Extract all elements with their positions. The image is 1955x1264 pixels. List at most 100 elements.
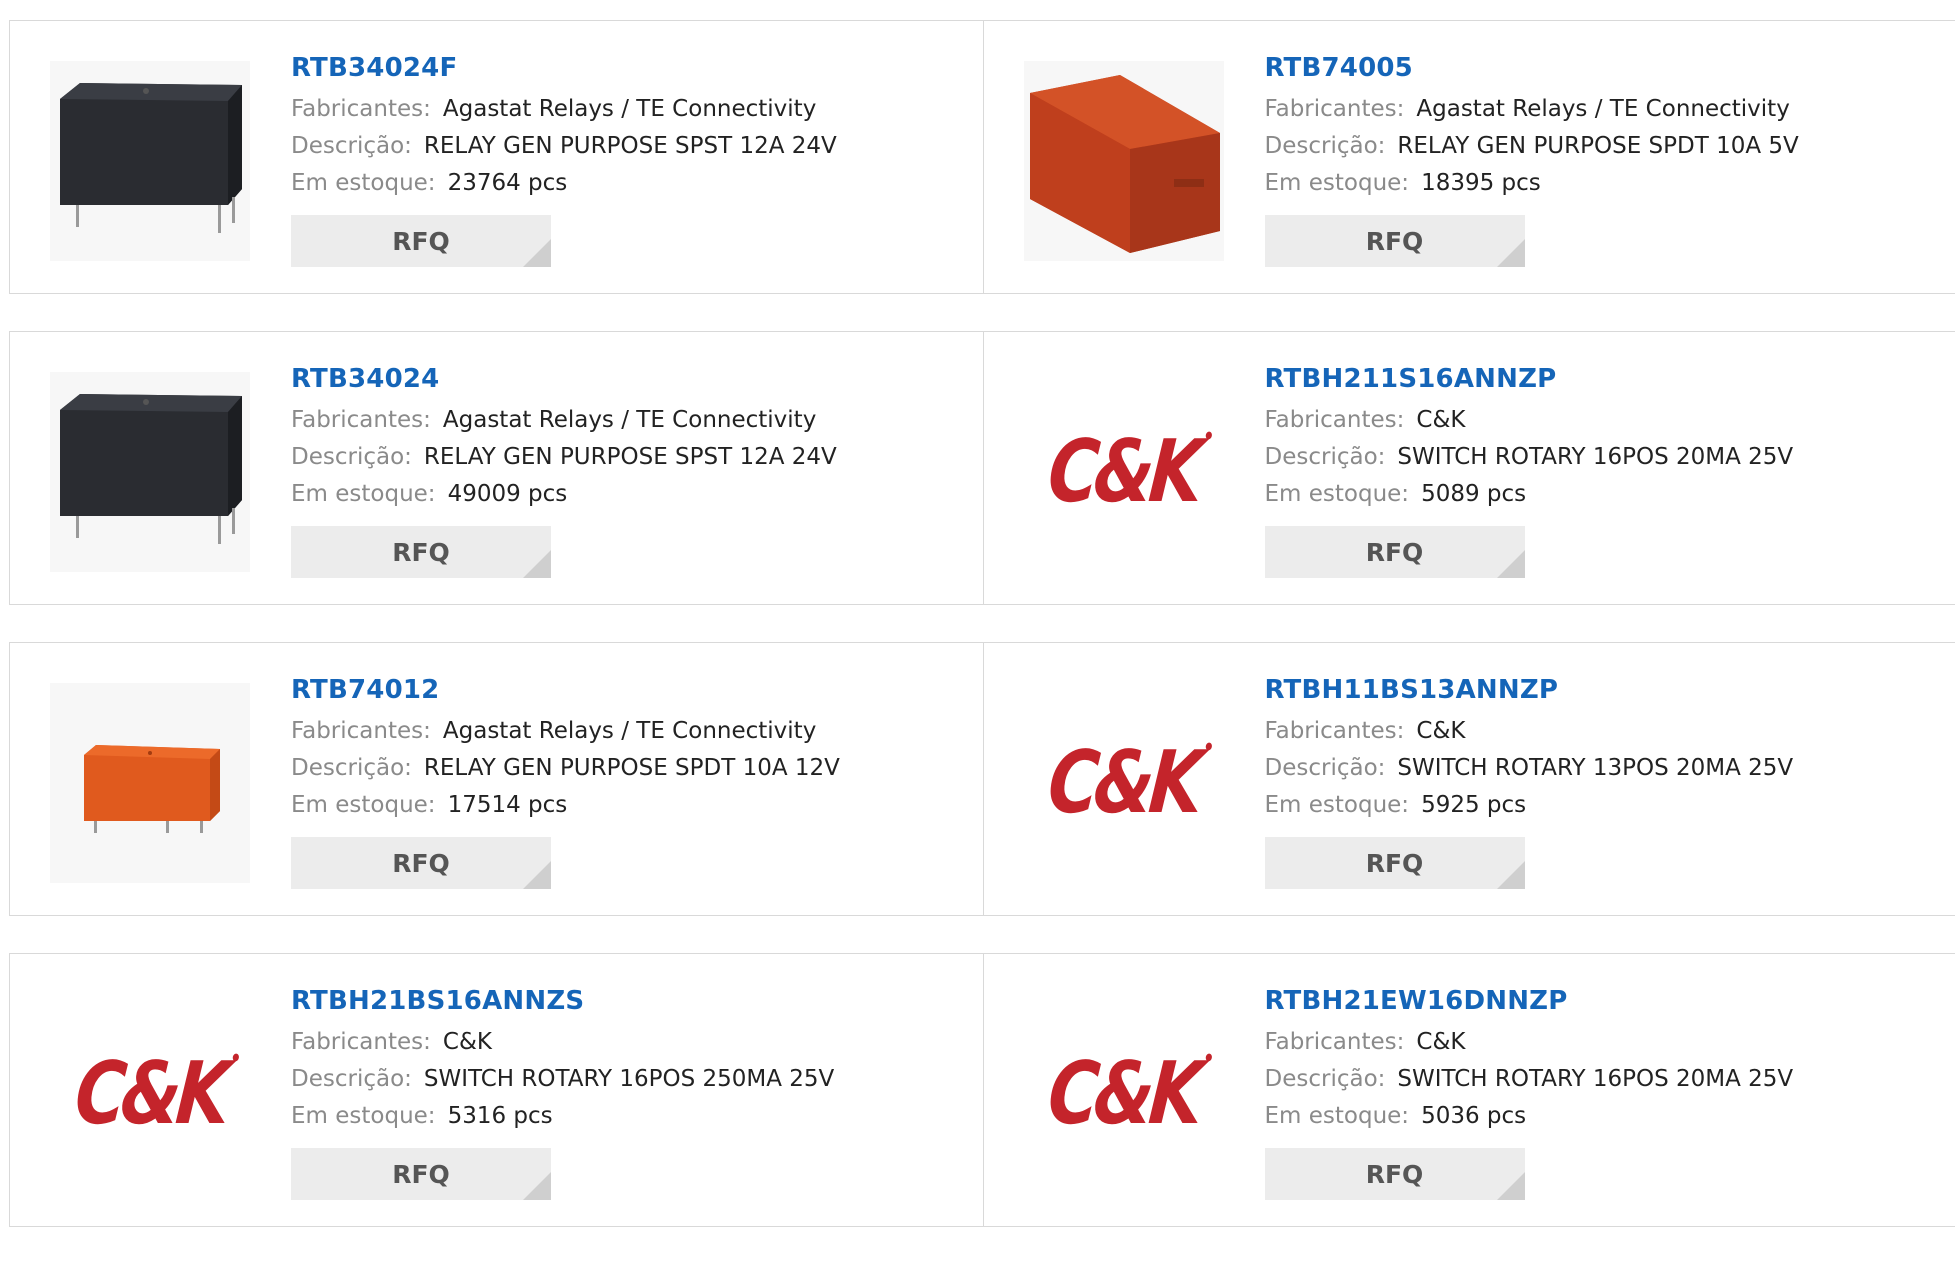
- manufacturer-line: Fabricantes:C&K: [1265, 1024, 1946, 1061]
- corner-triangle-icon: [1497, 1172, 1525, 1200]
- manufacturer-label: Fabricantes:: [291, 1029, 431, 1055]
- description-label: Descrição:: [1265, 1066, 1386, 1092]
- description-line: Descrição: SWITCH ROTARY 13POS 20MA 25V: [1265, 750, 1946, 787]
- registered-mark-icon: ●: [1205, 742, 1213, 752]
- product-card: C&K● RTBH21BS16ANNZS Fabricantes:C&K Des…: [10, 954, 983, 1226]
- part-number-link[interactable]: RTB34024F: [291, 51, 973, 85]
- stock-label: Em estoque:: [1265, 1103, 1410, 1129]
- product-info: RTB34024F Fabricantes:Agastat Relays / T…: [291, 51, 973, 267]
- rfq-button[interactable]: RFQ: [1265, 526, 1525, 578]
- manufacturer-label: Fabricantes:: [1265, 718, 1405, 744]
- product-card: C&K● RTBH11BS13ANNZP Fabricantes: C&K Des…: [983, 643, 1955, 915]
- rfq-label: RFQ: [392, 849, 450, 878]
- stock-label: Em estoque:: [291, 170, 436, 196]
- product-card: RTB34024F Fabricantes:Agastat Relays / T…: [10, 21, 983, 293]
- registered-mark-icon: ●: [232, 1053, 240, 1063]
- description-label: Descrição:: [1265, 133, 1386, 159]
- stock-label: Em estoque:: [291, 1103, 436, 1129]
- corner-triangle-icon: [1497, 550, 1525, 578]
- corner-triangle-icon: [523, 861, 551, 889]
- rfq-button[interactable]: RFQ: [291, 215, 551, 267]
- rfq-button[interactable]: RFQ: [1265, 1148, 1525, 1200]
- manufacturer-line: Fabricantes:Agastat Relays / TE Connecti…: [291, 91, 973, 128]
- product-image-black-relay[interactable]: [50, 61, 250, 261]
- rfq-button[interactable]: RFQ: [1265, 837, 1525, 889]
- part-number-link[interactable]: RTBH21EW16DNNZP: [1265, 984, 1946, 1018]
- stock-value: 5925 pcs: [1421, 792, 1526, 818]
- product-info: RTB74005 Fabricantes:Agastat Relays / TE…: [1265, 51, 1946, 267]
- product-info: RTBH21EW16DNNZP Fabricantes:C&K Descriçã…: [1265, 984, 1946, 1200]
- description-value: RELAY GEN PURPOSE SPDT 10A 12V: [424, 755, 840, 781]
- ck-logo-icon: C&K●: [1045, 740, 1202, 826]
- stock-line: Em estoque:49009 pcs: [291, 476, 973, 513]
- rfq-button[interactable]: RFQ: [291, 526, 551, 578]
- product-info: RTBH21BS16ANNZS Fabricantes:C&K Descriçã…: [291, 984, 973, 1200]
- product-image-ck-logo[interactable]: C&K●: [1024, 683, 1224, 883]
- corner-triangle-icon: [523, 1172, 551, 1200]
- product-info: RTB34024 Fabricantes:Agastat Relays / TE…: [291, 362, 973, 578]
- description-label: Descrição:: [1265, 755, 1386, 781]
- product-image-ck-logo[interactable]: C&K●: [50, 994, 250, 1194]
- description-line: Descrição: RELAY GEN PURPOSE SPDT 10A 5V: [1265, 128, 1946, 165]
- description-value: SWITCH ROTARY 13POS 20MA 25V: [1397, 755, 1793, 781]
- stock-line: Em estoque:5036 pcs: [1265, 1098, 1946, 1135]
- ck-logo-icon: C&K●: [1045, 429, 1202, 515]
- description-line: Descrição:RELAY GEN PURPOSE SPDT 10A 12V: [291, 750, 973, 787]
- product-image-orange-relay[interactable]: [50, 683, 250, 883]
- stock-line: Em estoque: 17514 pcs: [291, 787, 973, 824]
- part-number-link[interactable]: RTBH11BS13ANNZP: [1265, 673, 1946, 707]
- rfq-label: RFQ: [392, 538, 450, 567]
- corner-triangle-icon: [523, 239, 551, 267]
- rfq-button[interactable]: RFQ: [291, 1148, 551, 1200]
- product-image-black-relay[interactable]: [50, 372, 250, 572]
- rfq-button[interactable]: RFQ: [1265, 215, 1525, 267]
- stock-line: Em estoque: 5089 pcs: [1265, 476, 1946, 513]
- part-number-link[interactable]: RTB34024: [291, 362, 973, 396]
- part-number-link[interactable]: RTB74005: [1265, 51, 1946, 85]
- product-image-red-relay[interactable]: [1024, 61, 1224, 261]
- product-info: RTBH211S16ANNZP Fabricantes: C&K Descriçã…: [1265, 362, 1946, 578]
- stock-value: 18395 pcs: [1421, 170, 1541, 196]
- ck-logo-icon: C&K●: [1045, 1051, 1202, 1137]
- description-value: SWITCH ROTARY 16POS 20MA 25V: [1397, 1066, 1793, 1092]
- description-line: Descrição:RELAY GEN PURPOSE SPST 12A 24V: [291, 439, 973, 476]
- manufacturer-label: Fabricantes:: [1265, 96, 1405, 122]
- corner-triangle-icon: [523, 550, 551, 578]
- description-value: RELAY GEN PURPOSE SPDT 10A 5V: [1397, 133, 1798, 159]
- red-relay-image: [1024, 61, 1224, 261]
- product-grid: RTB34024F Fabricantes:Agastat Relays / T…: [9, 20, 1955, 1264]
- manufacturer-value: C&K: [1416, 1029, 1465, 1055]
- stock-label: Em estoque:: [291, 792, 436, 818]
- description-label: Descrição:: [291, 444, 412, 470]
- part-number-link[interactable]: RTB74012: [291, 673, 973, 707]
- stock-value: 5316 pcs: [448, 1103, 553, 1129]
- black-relay-image: [50, 372, 250, 572]
- manufacturer-value: Agastat Relays / TE Connectivity: [443, 718, 816, 744]
- ck-logo-text: C&K: [1045, 422, 1203, 522]
- stock-line: Em estoque:23764 pcs: [291, 165, 973, 202]
- product-image-ck-logo[interactable]: C&K●: [1024, 372, 1224, 572]
- manufacturer-value: Agastat Relays / TE Connectivity: [443, 96, 816, 122]
- manufacturer-value: Agastat Relays / TE Connectivity: [443, 407, 816, 433]
- product-image-ck-logo[interactable]: C&K●: [1024, 994, 1224, 1194]
- description-label: Descrição:: [291, 1066, 412, 1092]
- rfq-label: RFQ: [1366, 227, 1424, 256]
- stock-value: 17514 pcs: [448, 792, 568, 818]
- product-row: RTB34024 Fabricantes: Agastat Relays / TE…: [9, 331, 1955, 605]
- description-value: SWITCH ROTARY 16POS 20MA 25V: [1397, 444, 1793, 470]
- part-number-link[interactable]: RTBH211S16ANNZP: [1265, 362, 1946, 396]
- manufacturer-value: C&K: [1416, 718, 1465, 744]
- manufacturer-label: Fabricantes:: [1265, 407, 1405, 433]
- stock-value: 5089 pcs: [1421, 481, 1526, 507]
- manufacturer-value: C&K: [1416, 407, 1465, 433]
- description-label: Descrição:: [1265, 444, 1386, 470]
- stock-label: Em estoque:: [1265, 481, 1410, 507]
- manufacturer-line: Fabricantes: C&K: [1265, 713, 1946, 750]
- product-card: C&K● RTBH21EW16DNNZP Fabricantes:C&K Des…: [983, 954, 1955, 1226]
- manufacturer-line: Fabricantes: C&K: [1265, 402, 1946, 439]
- part-number-link[interactable]: RTBH21BS16ANNZS: [291, 984, 973, 1018]
- rfq-label: RFQ: [1366, 1160, 1424, 1189]
- product-row: C&K● RTBH21BS16ANNZS Fabricantes:C&K Des…: [9, 953, 1955, 1227]
- rfq-button[interactable]: RFQ: [291, 837, 551, 889]
- product-card: RTB34024 Fabricantes:Agastat Relays / TE…: [10, 332, 983, 604]
